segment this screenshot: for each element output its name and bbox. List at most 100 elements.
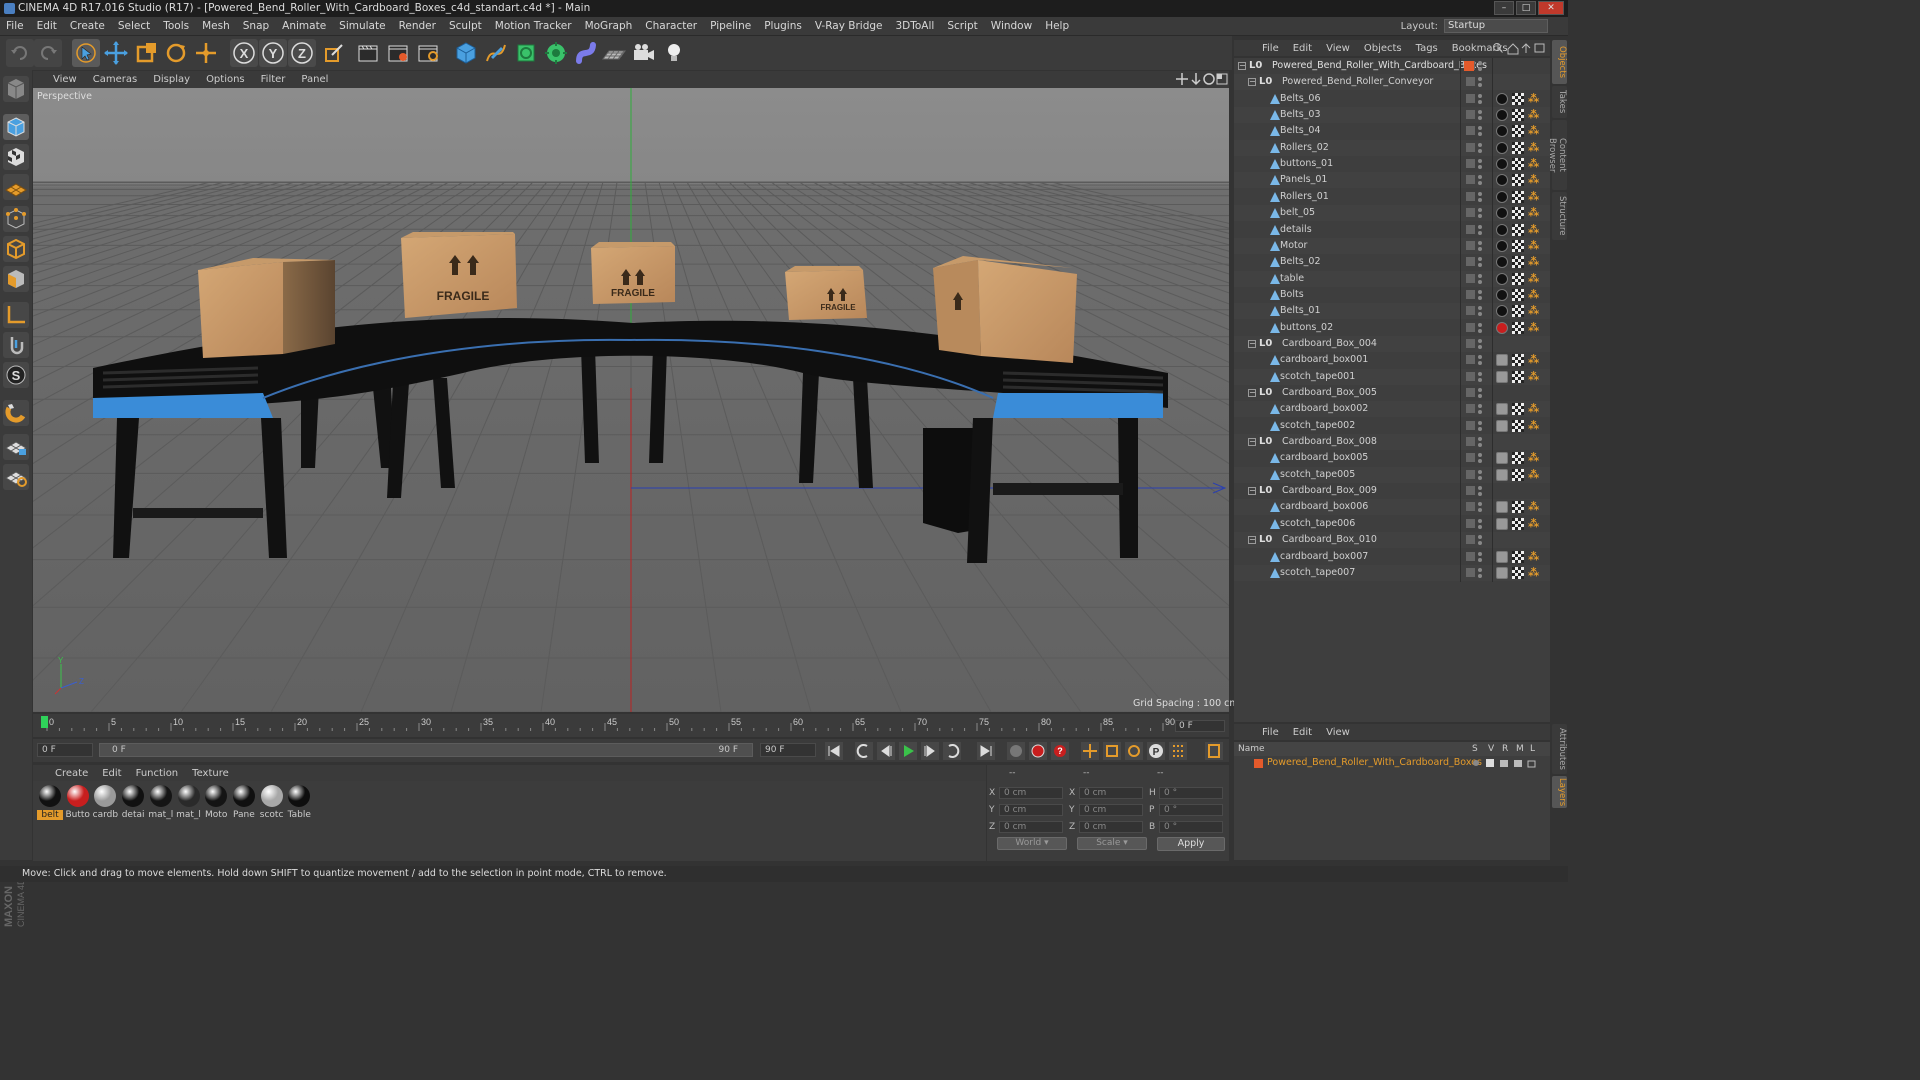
coord-value-field[interactable]: 0 ° xyxy=(1159,787,1223,799)
timeline-window-icon[interactable] xyxy=(1205,742,1223,760)
go-to-start-icon[interactable] xyxy=(825,742,843,760)
viewport-menu-filter[interactable]: Filter xyxy=(261,74,286,85)
phong-tag-icon[interactable]: ⁂ xyxy=(1528,550,1540,563)
visibility-toggle-icon[interactable] xyxy=(1478,159,1482,164)
material-tag-icon[interactable] xyxy=(1496,141,1508,154)
phong-tag-icon[interactable]: ⁂ xyxy=(1528,174,1540,186)
menu-simulate[interactable]: Simulate xyxy=(339,20,385,32)
phong-tag-icon[interactable]: ⁂ xyxy=(1528,158,1540,170)
menu-v-ray-bridge[interactable]: V-Ray Bridge xyxy=(815,20,883,32)
point-level-animation-icon[interactable] xyxy=(1169,742,1187,760)
enable-check-icon[interactable] xyxy=(1466,535,1475,545)
maximize-button[interactable]: □ xyxy=(1516,1,1536,15)
deformer-icon[interactable] xyxy=(572,39,600,67)
enable-check-icon[interactable] xyxy=(1466,388,1475,397)
undo-icon[interactable] xyxy=(6,39,34,67)
snapping-icon[interactable] xyxy=(3,400,29,426)
object-manager-menu-view[interactable]: View xyxy=(1326,43,1350,54)
material-swatch[interactable]: Table xyxy=(286,785,312,820)
arrow-up-icon[interactable] xyxy=(1521,43,1531,53)
material-menu-texture[interactable]: Texture xyxy=(192,768,229,779)
material-tag-icon[interactable] xyxy=(1496,517,1508,530)
cloner-icon[interactable] xyxy=(542,39,570,67)
visibility-toggle-icon[interactable] xyxy=(1478,257,1482,262)
menu-snap[interactable]: Snap xyxy=(243,20,269,32)
phong-tag-icon[interactable]: ⁂ xyxy=(1528,370,1540,383)
object-row[interactable]: scotch_tape007 ⁂ xyxy=(1234,564,1550,581)
material-menu-edit[interactable]: Edit xyxy=(102,768,121,779)
current-frame-field[interactable]: 0 F xyxy=(1175,720,1225,732)
close-button[interactable]: ✕ xyxy=(1538,1,1564,15)
subdivision-surface-icon[interactable] xyxy=(512,39,540,67)
visibility-toggle-icon[interactable] xyxy=(1478,93,1482,98)
phong-tag-icon[interactable]: ⁂ xyxy=(1528,354,1540,366)
home-icon[interactable] xyxy=(1507,43,1519,55)
tab-layers[interactable]: Layers xyxy=(1552,776,1567,808)
phong-tag-icon[interactable]: ⁂ xyxy=(1528,517,1540,530)
enable-check-icon[interactable] xyxy=(1466,77,1475,87)
x-axis-icon[interactable]: X xyxy=(230,39,258,67)
floor-scene-icon[interactable] xyxy=(600,39,628,67)
material-tag-icon[interactable] xyxy=(1496,256,1508,269)
3d-viewport[interactable]: FRAGILE FRAGILE FRAGILE Y Z xyxy=(33,88,1229,712)
phong-tag-icon[interactable]: ⁂ xyxy=(1528,190,1540,203)
texture-tag-icon[interactable] xyxy=(1512,158,1524,171)
object-row[interactable]: Belts_04 ⁂ xyxy=(1234,123,1550,139)
material-tag-icon[interactable] xyxy=(1496,207,1508,220)
material-tag-icon[interactable] xyxy=(1496,370,1508,383)
coord-value-field[interactable]: 0 ° xyxy=(1159,821,1223,833)
material-tag-icon[interactable] xyxy=(1496,452,1508,465)
enable-check-icon[interactable] xyxy=(1466,126,1475,136)
object-row[interactable]: Panels_01 ⁂ xyxy=(1234,172,1550,189)
visibility-toggle-icon[interactable] xyxy=(1478,437,1482,442)
tab-objects[interactable]: Objects xyxy=(1552,40,1567,84)
visibility-toggle-icon[interactable] xyxy=(1478,224,1482,229)
object-group-row[interactable]: − L0 Cardboard_Box_004 xyxy=(1234,335,1550,352)
visibility-toggle-icon[interactable] xyxy=(1478,338,1482,343)
coord-value-field[interactable]: 0 cm xyxy=(1079,821,1143,833)
material-menu-function[interactable]: Function xyxy=(136,768,179,779)
phong-tag-icon[interactable]: ⁂ xyxy=(1528,141,1540,154)
material-tag-icon[interactable] xyxy=(1496,305,1508,318)
toggle-view-icon[interactable] xyxy=(1216,73,1228,85)
enable-check-icon[interactable] xyxy=(1466,371,1475,381)
visibility-toggle-icon[interactable] xyxy=(1478,77,1482,82)
model-mode-icon[interactable] xyxy=(3,114,29,140)
object-group-row[interactable]: − L0 Cardboard_Box_010 xyxy=(1234,532,1550,549)
phong-tag-icon[interactable]: ⁂ xyxy=(1528,452,1540,464)
enable-check-icon[interactable] xyxy=(1466,110,1475,120)
texture-mode-icon[interactable] xyxy=(3,144,29,170)
parameter-key-icon[interactable]: P xyxy=(1147,742,1165,760)
axis-mode-icon[interactable] xyxy=(3,302,29,328)
go-to-end-icon[interactable] xyxy=(977,742,995,760)
menu-create[interactable]: Create xyxy=(70,20,105,32)
expand-toggle-icon[interactable]: − xyxy=(1248,487,1256,496)
enable-check-icon[interactable] xyxy=(1466,208,1475,218)
object-manager-menu-file[interactable]: File xyxy=(1262,43,1279,54)
preview-range-slider[interactable]: 0 F 90 F xyxy=(99,743,753,757)
visibility-toggle-icon[interactable] xyxy=(1478,518,1482,523)
start-frame-field[interactable]: 0 F xyxy=(37,743,93,757)
visibility-toggle-icon[interactable] xyxy=(1478,388,1482,392)
phong-tag-icon[interactable]: ⁂ xyxy=(1528,256,1540,268)
material-tag-icon[interactable] xyxy=(1496,566,1508,579)
material-swatch[interactable]: Butto xyxy=(65,785,91,820)
layer-menu-file[interactable]: File xyxy=(1262,727,1279,738)
object-row[interactable]: buttons_02 ⁂ xyxy=(1234,320,1550,336)
menu-mesh[interactable]: Mesh xyxy=(202,20,230,32)
visibility-toggle-icon[interactable] xyxy=(1478,322,1482,327)
enable-check-icon[interactable] xyxy=(1466,518,1475,528)
object-row[interactable]: Motor ⁂ xyxy=(1234,237,1550,254)
object-manager-menu-objects[interactable]: Objects xyxy=(1364,43,1402,54)
texture-tag-icon[interactable] xyxy=(1512,288,1524,301)
object-row[interactable]: cardboard_box002 ⁂ xyxy=(1234,401,1550,418)
visibility-toggle-icon[interactable] xyxy=(1478,567,1482,572)
object-row[interactable]: cardboard_box007 ⁂ xyxy=(1234,549,1550,565)
object-group-row[interactable]: − L0 Cardboard_Box_009 xyxy=(1234,483,1550,499)
tab-content-browser[interactable]: Content Browser xyxy=(1547,120,1567,190)
material-tag-icon[interactable] xyxy=(1496,239,1508,252)
object-row[interactable]: cardboard_box001 ⁂ xyxy=(1234,352,1550,368)
phong-tag-icon[interactable]: ⁂ xyxy=(1528,288,1540,301)
enable-check-icon[interactable] xyxy=(1466,142,1475,152)
tab-attributes[interactable]: Attributes xyxy=(1552,724,1567,774)
